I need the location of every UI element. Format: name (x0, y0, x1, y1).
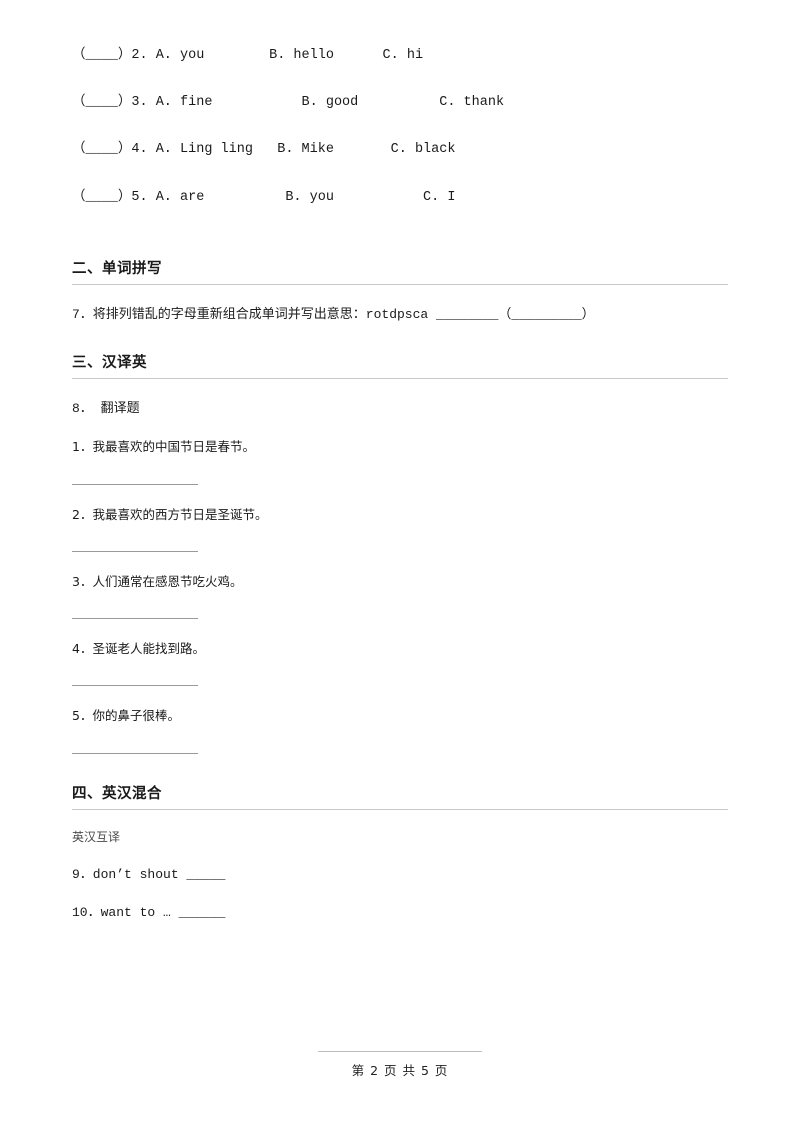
translate-question-5: 5．你的鼻子很棒。 (72, 708, 180, 724)
section-heading-mixed: 四、英汉混合 (72, 782, 728, 810)
translate-question-1: 1．我最喜欢的中国节日是春节。 (72, 439, 255, 455)
question-7: 7．将排列错乱的字母重新组合成单词并写出意思：rotdpsca ________… (72, 306, 595, 322)
section-heading-chinese-to-english: 三、汉译英 (72, 351, 728, 379)
worksheet-page: （____）2. A. you B. hello C. hi （____）3. … (0, 0, 800, 1132)
page-number: 第 2 页 共 5 页 (317, 1051, 483, 1079)
question-10: 10．want to … ______ (72, 904, 226, 920)
question-8-title: 8． 翻译题 (72, 401, 140, 416)
answer-line (72, 550, 198, 552)
translate-question-4: 4．圣诞老人能找到路。 (72, 641, 205, 656)
mc-option-line: （____）5. A. are B. you C. I (72, 189, 456, 205)
answer-line (72, 483, 198, 485)
question-9: 9．don’t shout _____ (72, 866, 226, 882)
section-heading-word-spelling: 二、单词拼写 (72, 257, 728, 285)
mixed-subtitle: 英汉互译 (72, 829, 121, 844)
mc-option-line: （____）4. A. Ling ling B. Mike C. black (72, 142, 456, 158)
translate-question-3: 3．人们通常在感恩节吃火鸡。 (72, 573, 243, 589)
mc-option-line: （____）3. A. fine B. good C. thank (72, 95, 505, 111)
answer-line (72, 685, 198, 687)
answer-line (72, 618, 198, 619)
multiple-choice-continued: （____）2. A. you B. hello C. hi （____）3. … (72, 0, 728, 206)
translate-question-2: 2．我最喜欢的西方节日是圣诞节。 (72, 506, 268, 522)
mc-option-line: （____）2. A. you B. hello C. hi (72, 48, 424, 63)
page-footer: 第 2 页 共 5 页 (0, 1051, 800, 1080)
